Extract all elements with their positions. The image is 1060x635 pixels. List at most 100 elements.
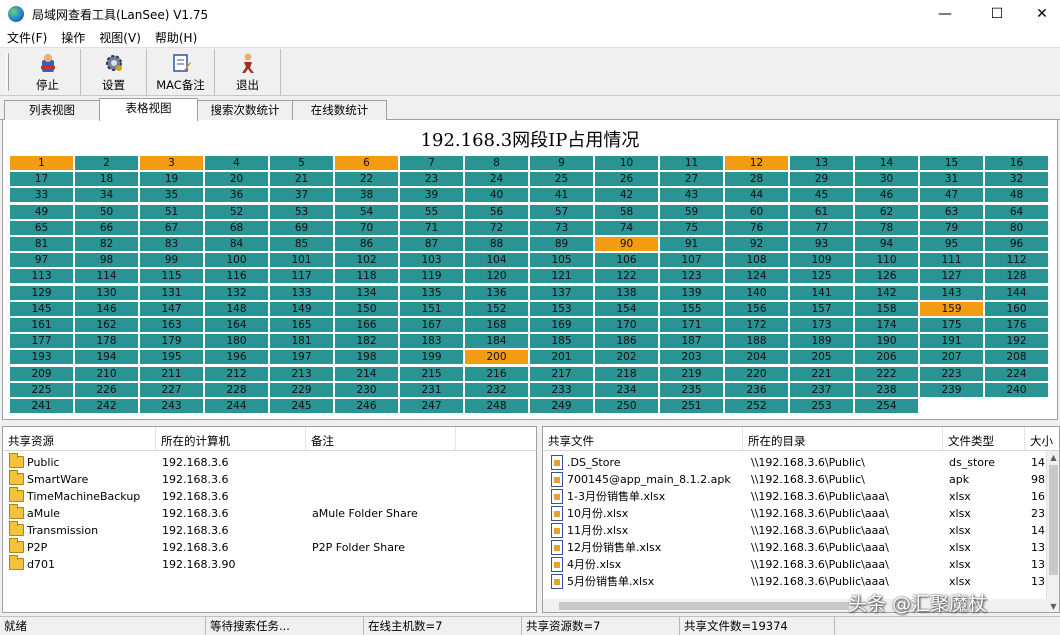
ip-cell-online[interactable]: 90 <box>595 237 658 251</box>
ip-cell[interactable]: 172 <box>725 318 788 332</box>
ip-cell[interactable]: 31 <box>920 172 983 187</box>
ip-cell[interactable]: 233 <box>530 382 593 397</box>
ip-cell[interactable]: 91 <box>660 237 723 251</box>
ip-cell[interactable]: 149 <box>270 301 333 316</box>
col-share-name[interactable]: 共享资源 <box>3 427 156 451</box>
ip-cell[interactable]: 133 <box>270 285 333 300</box>
ip-cell[interactable]: 80 <box>985 220 1048 235</box>
file-row[interactable]: 11月份.xlsx \\192.168.3.6\Public\aaa\ xlsx 14 <box>543 522 1059 539</box>
ip-cell[interactable]: 79 <box>920 220 983 235</box>
ip-cell[interactable]: 204 <box>725 350 788 365</box>
ip-cell[interactable]: 221 <box>790 366 853 381</box>
ip-cell[interactable]: 224 <box>985 366 1048 381</box>
ip-cell[interactable]: 60 <box>725 204 788 219</box>
ip-cell[interactable]: 126 <box>855 269 918 284</box>
ip-cell[interactable]: 21 <box>270 172 333 187</box>
col-file-size[interactable]: 大小 <box>1025 427 1059 451</box>
ip-cell[interactable]: 162 <box>75 318 138 332</box>
ip-cell[interactable]: 196 <box>205 350 268 365</box>
ip-cell[interactable]: 192 <box>985 334 1048 349</box>
file-row[interactable]: 5月份销售单.xlsx \\192.168.3.6\Public\aaa\ xlsx… <box>543 573 1059 590</box>
ip-cell[interactable]: 187 <box>660 334 723 349</box>
ip-cell[interactable]: 212 <box>205 366 268 381</box>
ip-cell[interactable]: 235 <box>660 382 723 397</box>
ip-cell[interactable]: 16 <box>985 156 1048 170</box>
ip-cell[interactable]: 82 <box>75 237 138 251</box>
ip-cell[interactable]: 72 <box>465 220 528 235</box>
share-row[interactable]: d701 192.168.3.90 <box>3 555 536 573</box>
ip-cell[interactable]: 119 <box>400 269 463 284</box>
ip-cell[interactable]: 61 <box>790 204 853 219</box>
ip-cell[interactable]: 11 <box>660 156 723 170</box>
ip-cell[interactable]: 150 <box>335 301 398 316</box>
ip-cell[interactable]: 142 <box>855 285 918 300</box>
ip-cell[interactable]: 115 <box>140 269 203 284</box>
ip-cell[interactable]: 177 <box>10 334 73 349</box>
ip-cell[interactable]: 96 <box>985 237 1048 251</box>
ip-cell[interactable]: 20 <box>205 172 268 187</box>
ip-cell[interactable]: 22 <box>335 172 398 187</box>
ip-cell[interactable]: 131 <box>140 285 203 300</box>
ip-cell[interactable]: 253 <box>790 399 853 413</box>
ip-cell[interactable]: 124 <box>725 269 788 284</box>
ip-cell[interactable]: 57 <box>530 204 593 219</box>
ip-cell[interactable]: 237 <box>790 382 853 397</box>
ip-cell[interactable]: 30 <box>855 172 918 187</box>
ip-cell[interactable]: 103 <box>400 253 463 268</box>
ip-cell[interactable]: 28 <box>725 172 788 187</box>
ip-cell[interactable]: 219 <box>660 366 723 381</box>
ip-cell[interactable]: 84 <box>205 237 268 251</box>
ip-cell[interactable]: 249 <box>530 399 593 413</box>
tab-online-stats[interactable]: 在线数统计 <box>292 100 387 120</box>
ip-cell[interactable]: 226 <box>75 382 138 397</box>
share-row[interactable]: Public 192.168.3.6 <box>3 453 536 471</box>
ip-cell[interactable]: 238 <box>855 382 918 397</box>
ip-cell[interactable]: 209 <box>10 366 73 381</box>
ip-cell[interactable]: 175 <box>920 318 983 332</box>
ip-cell[interactable]: 44 <box>725 188 788 203</box>
ip-cell-online[interactable]: 3 <box>140 156 203 170</box>
ip-cell[interactable]: 7 <box>400 156 463 170</box>
ip-cell[interactable]: 109 <box>790 253 853 268</box>
ip-cell[interactable]: 241 <box>10 399 73 413</box>
ip-cell[interactable]: 214 <box>335 366 398 381</box>
ip-cell[interactable]: 195 <box>140 350 203 365</box>
mac-note-button[interactable]: MAC备注 <box>147 49 215 95</box>
ip-cell[interactable]: 37 <box>270 188 333 203</box>
ip-cell[interactable]: 53 <box>270 204 333 219</box>
ip-cell[interactable]: 170 <box>595 318 658 332</box>
ip-cell[interactable]: 38 <box>335 188 398 203</box>
ip-cell[interactable]: 245 <box>270 399 333 413</box>
ip-cell[interactable]: 56 <box>465 204 528 219</box>
col-file-dir[interactable]: 所在的目录 <box>743 427 943 451</box>
ip-cell[interactable]: 94 <box>855 237 918 251</box>
ip-cell[interactable]: 33 <box>10 188 73 203</box>
ip-cell[interactable]: 166 <box>335 318 398 332</box>
ip-cell[interactable]: 132 <box>205 285 268 300</box>
ip-cell[interactable]: 85 <box>270 237 333 251</box>
ip-cell[interactable]: 198 <box>335 350 398 365</box>
ip-cell[interactable]: 234 <box>595 382 658 397</box>
ip-cell[interactable]: 41 <box>530 188 593 203</box>
ip-cell[interactable]: 81 <box>10 237 73 251</box>
exit-button[interactable]: 退出 <box>215 49 281 95</box>
ip-cell[interactable]: 50 <box>75 204 138 219</box>
ip-cell[interactable]: 248 <box>465 399 528 413</box>
stop-button[interactable]: 停止 <box>15 49 81 95</box>
ip-cell[interactable]: 179 <box>140 334 203 349</box>
tab-search-stats[interactable]: 搜索次数统计 <box>197 100 293 120</box>
file-row[interactable]: 700145@app_main_8.1.2.apk \\192.168.3.6\P… <box>543 471 1059 488</box>
ip-cell[interactable]: 23 <box>400 172 463 187</box>
ip-cell[interactable]: 117 <box>270 269 333 284</box>
ip-cell[interactable]: 160 <box>985 301 1048 316</box>
ip-cell[interactable]: 207 <box>920 350 983 365</box>
ip-cell[interactable]: 24 <box>465 172 528 187</box>
ip-cell[interactable]: 35 <box>140 188 203 203</box>
ip-cell[interactable]: 143 <box>920 285 983 300</box>
ip-cell[interactable]: 244 <box>205 399 268 413</box>
ip-cell[interactable]: 69 <box>270 220 333 235</box>
ip-cell[interactable]: 51 <box>140 204 203 219</box>
ip-cell[interactable]: 173 <box>790 318 853 332</box>
ip-cell[interactable]: 218 <box>595 366 658 381</box>
ip-cell[interactable]: 67 <box>140 220 203 235</box>
